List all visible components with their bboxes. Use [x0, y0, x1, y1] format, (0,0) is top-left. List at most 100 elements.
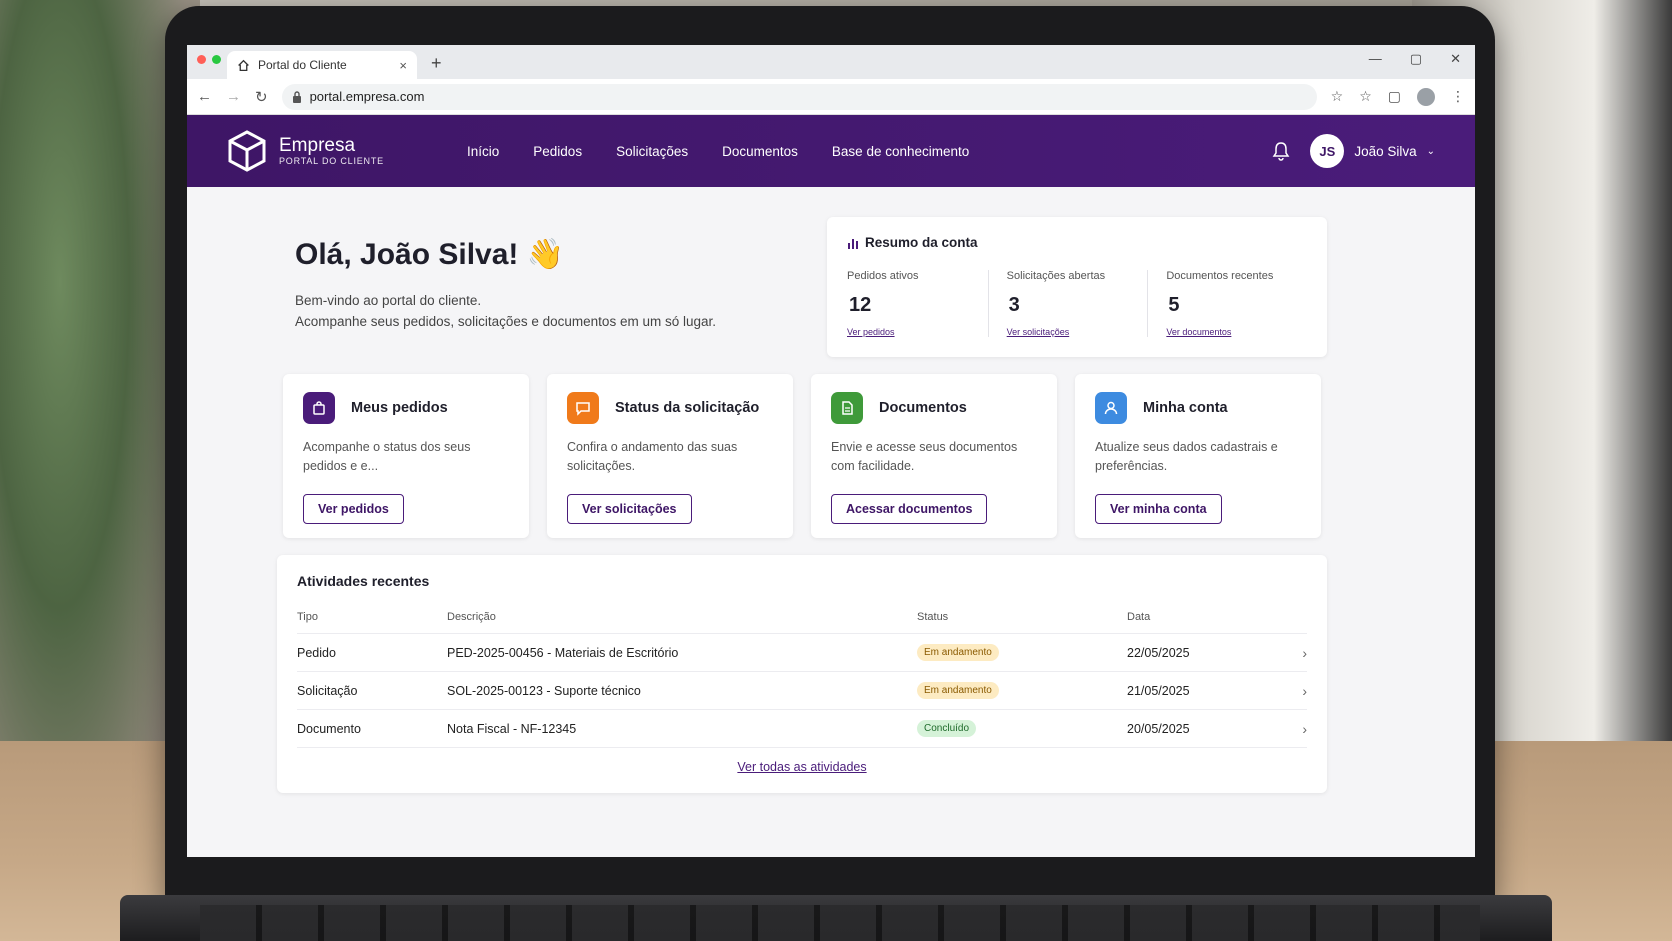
profile-icon[interactable]	[1417, 87, 1435, 106]
card-status-solicitacao: Status da solicitação Confira o andament…	[547, 374, 793, 538]
bookmark-star-icon[interactable]: ☆	[1331, 88, 1344, 105]
row-date: 20/05/2025	[1127, 709, 1277, 748]
user-menu[interactable]: JS João Silva ⌄	[1310, 134, 1435, 168]
card-documentos: Documentos Envie e acesse seus documento…	[811, 374, 1057, 538]
chevron-right-icon[interactable]: ›	[1277, 633, 1307, 672]
bar-chart-icon	[848, 238, 858, 249]
row-description: Nota Fiscal - NF-12345	[447, 709, 917, 748]
nav-documentos[interactable]: Documentos	[722, 144, 798, 159]
welcome-line-2: Acompanhe seus pedidos, solicitações e d…	[295, 314, 716, 329]
summary-stats: Pedidos ativos 12 Ver pedidos Solicitaçõ…	[847, 270, 1307, 337]
ver-solicitacoes-button[interactable]: Ver solicitações	[567, 494, 692, 524]
header-right: JS João Silva ⌄	[1272, 134, 1435, 168]
activity-title: Atividades recentes	[297, 573, 430, 589]
favorites-icon[interactable]: ☆	[1359, 88, 1372, 105]
url-text: portal.empresa.com	[309, 89, 425, 104]
card-title: Minha conta	[1143, 400, 1228, 416]
close-window-button[interactable]: ✕	[1450, 51, 1461, 67]
summary-title: Resumo da conta	[865, 235, 978, 250]
browser-tabbar: Portal do Cliente × + — ▢ ✕	[187, 45, 1475, 79]
table-row[interactable]: Documento Nota Fiscal - NF-12345 Concluí…	[297, 709, 1307, 748]
card-description: Envie e acesse seus documentos com facil…	[831, 440, 1018, 473]
user-name: João Silva	[1354, 143, 1417, 159]
close-dot[interactable]	[197, 55, 206, 64]
status-badge: Concluído	[917, 720, 977, 737]
maximize-dot[interactable]	[212, 55, 221, 64]
stat-label: Pedidos ativos	[847, 270, 919, 282]
nav-base-conhecimento[interactable]: Base de conhecimento	[832, 144, 969, 159]
ver-minha-conta-button[interactable]: Ver minha conta	[1095, 494, 1222, 524]
card-title: Meus pedidos	[351, 400, 448, 416]
brand-subtitle: PORTAL DO CLIENTE	[279, 156, 384, 166]
stat-solicitacoes: Solicitações abertas 3 Ver solicitações	[987, 270, 1148, 337]
screen: Portal do Cliente × + — ▢ ✕ ← → ↻ portal…	[187, 45, 1475, 857]
nav-solicitacoes[interactable]: Solicitações	[616, 144, 688, 159]
card-title: Documentos	[879, 400, 967, 416]
reload-icon[interactable]: ↻	[255, 88, 268, 106]
row-type: Documento	[297, 709, 447, 748]
stat-link[interactable]: Ver documentos	[1166, 327, 1297, 337]
stat-label: Solicitações abertas	[1006, 270, 1106, 282]
tab-title: Portal do Cliente	[258, 58, 347, 72]
stat-value: 3	[1008, 294, 1020, 316]
new-tab-button[interactable]: +	[431, 53, 442, 74]
card-description: Confira o andamento das suas solicitaçõe…	[567, 440, 738, 473]
row-description: SOL-2025-00123 - Suporte técnico	[447, 671, 917, 710]
card-minha-conta: Minha conta Atualize seus dados cadastra…	[1075, 374, 1321, 538]
row-type: Solicitação	[297, 671, 447, 710]
nav-pedidos[interactable]: Pedidos	[533, 144, 582, 159]
shopping-bag-icon	[303, 392, 335, 424]
forward-icon[interactable]: →	[226, 88, 241, 105]
row-date: 21/05/2025	[1127, 671, 1277, 710]
back-icon[interactable]: ←	[197, 88, 212, 105]
row-date: 22/05/2025	[1127, 633, 1277, 672]
acessar-documentos-button[interactable]: Acessar documentos	[831, 494, 988, 524]
avatar: JS	[1310, 134, 1345, 168]
tab-close-icon[interactable]: ×	[399, 58, 407, 73]
recent-activity: Atividades recentes Tipo Descrição Statu…	[277, 555, 1327, 793]
chat-bubble-icon	[567, 392, 599, 424]
col-status: Status	[917, 605, 1127, 634]
bell-icon[interactable]	[1272, 141, 1290, 161]
stat-link[interactable]: Ver solicitações	[1007, 327, 1138, 337]
user-icon	[1095, 392, 1127, 424]
page-title: Olá, João Silva! 👋	[295, 238, 565, 271]
ver-pedidos-button[interactable]: Ver pedidos	[303, 494, 404, 524]
nav-inicio[interactable]: Início	[467, 144, 499, 159]
quick-cards: Meus pedidos Acompanhe o status dos seus…	[283, 374, 1321, 538]
summary-heading: Resumo da conta	[847, 235, 1307, 250]
status-badge: Em andamento	[917, 644, 999, 661]
stat-pedidos: Pedidos ativos 12 Ver pedidos	[847, 270, 988, 337]
minimize-button[interactable]: —	[1369, 51, 1382, 67]
col-tipo: Tipo	[297, 605, 447, 634]
window-dots	[197, 55, 221, 64]
chevron-right-icon[interactable]: ›	[1277, 709, 1307, 748]
chevron-right-icon[interactable]: ›	[1277, 671, 1307, 710]
browser-tab[interactable]: Portal do Cliente ×	[227, 51, 417, 79]
app-header: Empresa PORTAL DO CLIENTE Início Pedidos…	[187, 115, 1475, 187]
card-description: Atualize seus dados cadastrais e preferê…	[1095, 440, 1278, 473]
activity-table: Tipo Descrição Status Data Pedido PED-20…	[297, 605, 1307, 748]
stat-value: 12	[849, 294, 872, 316]
extensions-icon[interactable]: ▢	[1388, 88, 1401, 105]
brand[interactable]: Empresa PORTAL DO CLIENTE	[227, 130, 467, 172]
toolbar-icons: ☆ ☆ ▢ ⋮	[1331, 87, 1465, 106]
window-controls: — ▢ ✕	[1369, 51, 1461, 67]
table-row[interactable]: Solicitação SOL-2025-00123 - Suporte téc…	[297, 671, 1307, 710]
brand-name: Empresa	[279, 135, 356, 156]
stat-documentos: Documentos recentes 5 Ver documentos	[1147, 270, 1307, 337]
chevron-down-icon: ⌄	[1426, 145, 1435, 157]
col-data: Data	[1127, 605, 1277, 634]
card-meus-pedidos: Meus pedidos Acompanhe o status dos seus…	[283, 374, 529, 538]
card-description: Acompanhe o status dos seus pedidos e e.…	[303, 440, 471, 473]
menu-kebab-icon[interactable]: ⋮	[1451, 88, 1465, 105]
lock-icon	[292, 90, 301, 103]
cube-logo-icon	[228, 130, 266, 172]
address-bar: ← → ↻ portal.empresa.com ☆ ☆ ▢ ⋮	[187, 79, 1475, 115]
table-row[interactable]: Pedido PED-2025-00456 - Materiais de Esc…	[297, 633, 1307, 672]
view-all-activities-link[interactable]: Ver todas as atividades	[297, 760, 1307, 774]
stat-link[interactable]: Ver pedidos	[847, 327, 978, 337]
restore-button[interactable]: ▢	[1410, 51, 1422, 67]
url-input[interactable]: portal.empresa.com	[281, 83, 1317, 110]
stat-value: 5	[1168, 294, 1180, 316]
